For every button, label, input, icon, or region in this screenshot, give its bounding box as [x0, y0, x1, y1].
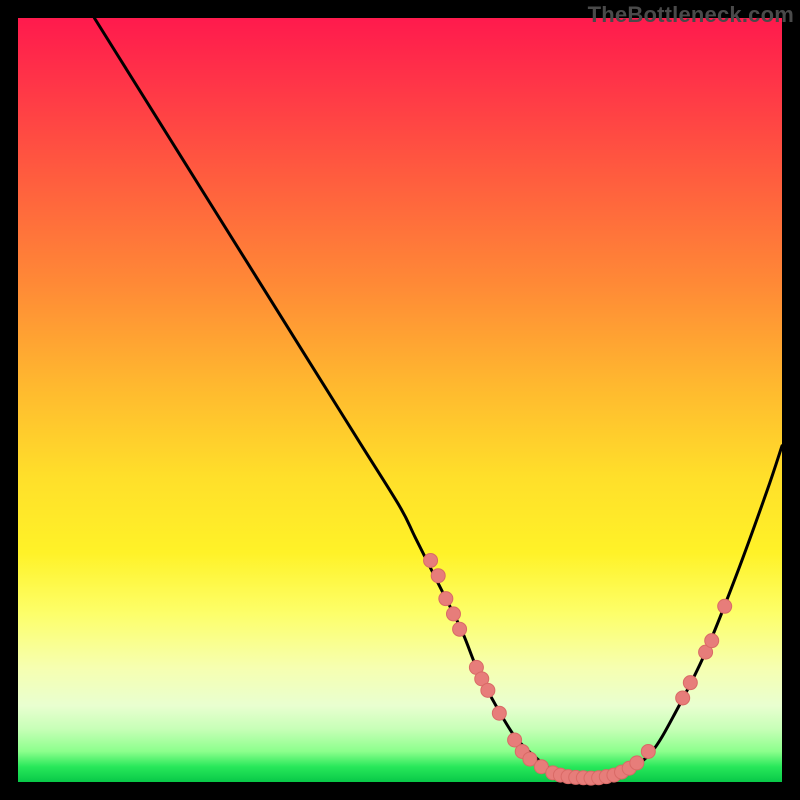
data-point: [453, 622, 467, 636]
chart-svg: [18, 18, 782, 782]
data-point: [676, 691, 690, 705]
data-point: [424, 553, 438, 567]
data-point: [481, 683, 495, 697]
data-point: [492, 706, 506, 720]
data-point: [446, 607, 460, 621]
data-point: [705, 634, 719, 648]
data-points: [424, 553, 732, 785]
data-point: [439, 592, 453, 606]
data-point: [431, 569, 445, 583]
data-point: [683, 676, 697, 690]
data-point: [718, 599, 732, 613]
data-point: [641, 744, 655, 758]
watermark-text: TheBottleneck.com: [588, 2, 794, 28]
chart-frame: [18, 18, 782, 782]
data-point: [630, 756, 644, 770]
bottleneck-curve: [94, 18, 782, 779]
